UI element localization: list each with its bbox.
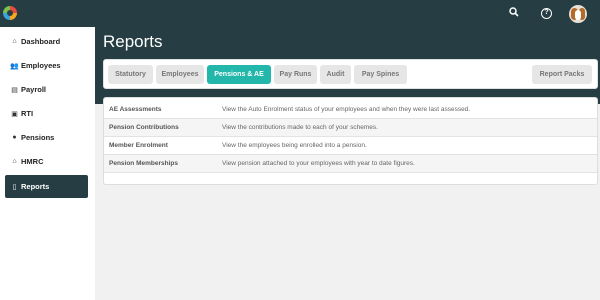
tab-pay-runs[interactable]: Pay Runs xyxy=(274,65,317,84)
report-name[interactable]: Member Enrolment xyxy=(104,142,222,149)
report-name[interactable]: Pension Memberships xyxy=(104,160,222,167)
report-description: View the contributions made to each of y… xyxy=(222,124,378,131)
tab-employees[interactable]: Employees xyxy=(156,65,204,84)
sidebar-item-label: Reports xyxy=(21,182,50,191)
sidebar-item-employees[interactable]: 👥 Employees xyxy=(5,54,88,77)
home-icon: ⌂ xyxy=(12,38,17,45)
sidebar-item-hmrc[interactable]: ⌂ HMRC xyxy=(5,150,88,173)
tab-audit[interactable]: Audit xyxy=(320,65,351,84)
sidebar-item-label: HMRC xyxy=(21,157,44,166)
search-icon[interactable] xyxy=(508,7,520,19)
sidebar-item-label: Dashboard xyxy=(21,37,61,46)
sidebar-item-payroll[interactable]: ▤ Payroll xyxy=(5,78,88,101)
report-name[interactable]: AE Assessments xyxy=(104,106,222,113)
piggy-bank-icon: ● xyxy=(12,134,17,141)
sidebar-item-reports[interactable]: ▯ Reports xyxy=(5,175,88,198)
report-description: View the Auto Enrolment status of your e… xyxy=(222,106,471,113)
report-row-pension-memberships[interactable]: Pension Memberships View pension attache… xyxy=(104,155,597,173)
sidebar-item-label: RTI xyxy=(21,109,34,118)
report-description: View the employees being enrolled into a… xyxy=(222,142,367,149)
tab-pay-spines[interactable]: Pay Spines xyxy=(354,65,407,84)
tab-report-packs[interactable]: Report Packs xyxy=(532,65,592,84)
sidebar-item-label: Pensions xyxy=(21,133,55,142)
report-name[interactable]: Pension Contributions xyxy=(104,124,222,131)
tab-statutory[interactable]: Statutory xyxy=(108,65,153,84)
payroll-icon: ▤ xyxy=(11,86,18,94)
avatar[interactable] xyxy=(569,5,587,23)
app-logo[interactable] xyxy=(3,6,17,20)
report-row-member-enrolment[interactable]: Member Enrolment View the employees bein… xyxy=(104,137,597,155)
report-icon: ▯ xyxy=(12,183,17,191)
sidebar-item-pensions[interactable]: ● Pensions xyxy=(5,126,88,149)
bank-icon: ⌂ xyxy=(12,158,17,165)
top-bar: ? xyxy=(0,0,600,27)
document-icon: ▣ xyxy=(11,110,18,118)
report-row-pension-contributions[interactable]: Pension Contributions View the contribut… xyxy=(104,119,597,137)
page-title: Reports xyxy=(103,32,163,51)
sidebar-item-label: Employees xyxy=(21,61,61,70)
users-icon: 👥 xyxy=(10,62,19,70)
sidebar-item-rti[interactable]: ▣ RTI xyxy=(5,102,88,125)
sidebar: ⌂ Dashboard 👥 Employees ▤ Payroll ▣ RTI … xyxy=(0,27,95,300)
tab-pensions-ae[interactable]: Pensions & AE xyxy=(207,65,271,84)
report-description: View pension attached to your employees … xyxy=(222,160,415,167)
sidebar-item-label: Payroll xyxy=(21,85,47,94)
report-row-ae-assessments[interactable]: AE Assessments View the Auto Enrolment s… xyxy=(104,101,597,119)
sidebar-item-dashboard[interactable]: ⌂ Dashboard xyxy=(5,30,88,53)
help-icon[interactable]: ? xyxy=(541,8,552,19)
